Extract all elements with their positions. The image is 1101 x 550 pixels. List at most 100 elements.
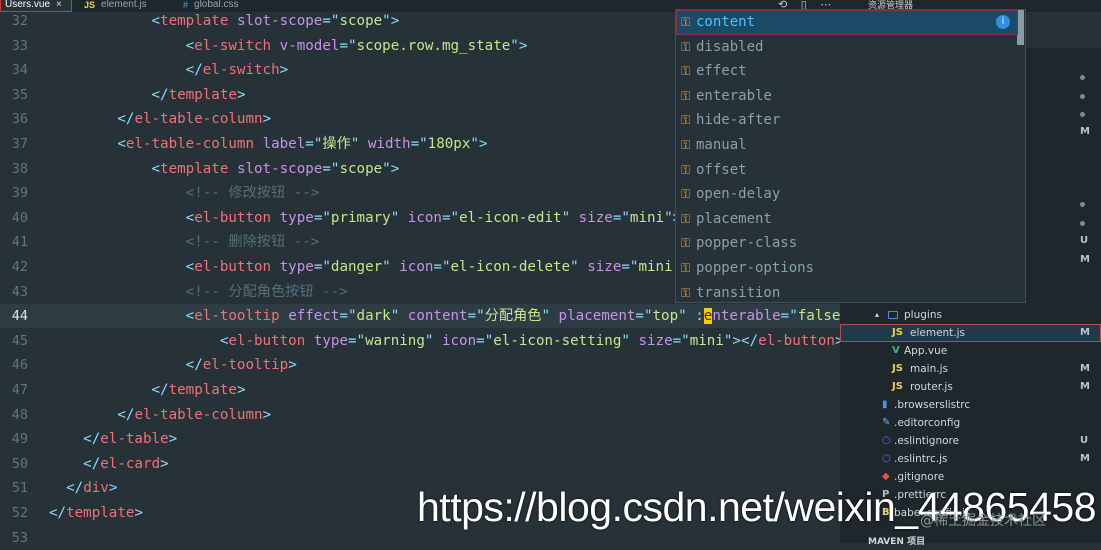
line-number: 50: [11, 455, 28, 472]
code-line[interactable]: 46 </el-tooltip>: [0, 353, 840, 377]
file-name: .eslintrc.js: [894, 453, 948, 465]
file-icon: ○: [882, 453, 891, 464]
file-name: App.vue: [904, 345, 948, 357]
code-text: <template slot-scope="scope">: [151, 13, 400, 29]
file-tree-item[interactable]: ▴ plugins: [840, 306, 1101, 324]
line-number: 47: [11, 382, 28, 398]
line-number: 39: [11, 185, 28, 202]
file-tree-item[interactable]: V App.vue: [840, 342, 1101, 360]
suggestion-item[interactable]: ⚿ enterable: [676, 84, 1018, 109]
popup-scrollbar[interactable]: [1017, 10, 1024, 45]
suggestion-item[interactable]: ⚿ transition: [676, 281, 1018, 306]
code-line[interactable]: 48 </el-table-column>: [0, 403, 840, 427]
code-line[interactable]: 44 <el-tooltip effect="dark" content="分配…: [0, 304, 858, 329]
suggestion-item[interactable]: ⚿ effect: [676, 59, 1018, 84]
property-icon: ⚿: [681, 39, 691, 54]
file-tree-item[interactable]: ○ .eslintrc.js M: [840, 450, 1101, 468]
autocomplete-popup[interactable]: ⚿ content i ⚿ disabled ⚿ effect ⚿ enterable ⚿ hide…: [675, 9, 1026, 303]
git-status-badge: M: [1080, 327, 1090, 338]
git-status-badge: M: [1080, 126, 1090, 137]
suggestion-label: content: [696, 14, 756, 30]
suggestion-label: popper-options: [696, 260, 815, 276]
file-name: plugins: [904, 309, 942, 321]
info-icon[interactable]: i: [996, 15, 1010, 29]
file-name: element.js: [910, 327, 966, 339]
maven-section[interactable]: MAVEN 项目: [868, 534, 925, 547]
property-icon: ⚿: [681, 236, 691, 251]
property-icon: ⚿: [681, 113, 691, 128]
suggestion-item[interactable]: ⚿ manual: [676, 133, 1018, 158]
code-text: <el-tooltip effect="dark" content="分配角色"…: [185, 308, 858, 325]
suggestion-item[interactable]: ⚿ hide-after: [676, 108, 1018, 133]
code-line[interactable]: 49 </el-table>: [0, 427, 840, 451]
vue-file-icon: V: [892, 345, 900, 356]
property-icon: ⚿: [681, 138, 691, 152]
code-text: </el-table-column>: [117, 406, 272, 423]
code-text: <!-- 删除按钮 -->: [185, 234, 320, 251]
property-icon: ⚿: [681, 261, 691, 275]
suggestion-item[interactable]: ⚿ content i: [676, 10, 1018, 35]
property-icon: ⚿: [681, 15, 691, 29]
code-text: </div>: [66, 480, 118, 497]
file-name: .browserslistrc: [894, 399, 971, 411]
suggestion-item[interactable]: ⚿ popper-class: [676, 231, 1018, 256]
property-icon: ⚿: [681, 187, 691, 202]
property-icon: ⚿: [681, 64, 691, 79]
code-text: <!-- 修改按钮 -->: [185, 185, 320, 202]
file-tree-item[interactable]: ▮ .browserslistrc: [840, 396, 1101, 414]
file-tree-item[interactable]: JS element.js M: [840, 324, 1101, 342]
suggestion-label: enterable: [696, 87, 772, 104]
code-text: </template>: [49, 505, 143, 521]
suggestion-item[interactable]: ⚿ disabled: [676, 35, 1018, 60]
code-line[interactable]: 45 <el-button type="warning" icon="el-ic…: [0, 329, 844, 353]
folder-icon: [888, 311, 898, 319]
suggestion-label: open-delay: [696, 186, 781, 203]
line-number: 44: [11, 308, 28, 325]
suggestion-item[interactable]: ⚿ open-delay: [676, 182, 1018, 207]
file-name: main.js: [910, 363, 948, 375]
code-text: <el-button type="primary" icon="el-icon-…: [185, 209, 707, 226]
code-text: <el-button type="warning" icon="el-icon-…: [219, 332, 844, 349]
suggestion-item[interactable]: ⚿ offset: [676, 158, 1018, 183]
suggestion-label: manual: [696, 137, 747, 153]
git-status-dot: [1080, 202, 1085, 207]
suggestion-label: hide-after: [696, 112, 781, 129]
git-status-dot: [1080, 94, 1085, 99]
code-line[interactable]: 50 </el-card>: [0, 452, 840, 476]
file-icon: ▮: [882, 399, 888, 410]
line-number: 41: [11, 234, 28, 251]
line-number: 35: [11, 86, 28, 103]
line-number: 51: [11, 480, 28, 497]
code-text: <el-table-column label="操作" width="180px…: [117, 136, 488, 152]
suggestion-label: offset: [696, 161, 747, 178]
git-status-badge: M: [1080, 453, 1090, 464]
suggestion-label: popper-class: [696, 235, 798, 252]
file-tree-item[interactable]: JS router.js M: [840, 378, 1101, 396]
suggestion-label: transition: [696, 284, 781, 301]
git-status-dot: [1080, 221, 1085, 226]
line-number: 48: [11, 406, 28, 423]
git-status-dot: [1080, 112, 1085, 117]
git-status-dot: [1080, 75, 1085, 80]
git-status-badge: M: [1080, 254, 1090, 265]
code-text: </el-tooltip>: [185, 357, 297, 374]
property-icon: ⚿: [681, 285, 691, 300]
line-number: 42: [11, 259, 28, 275]
code-text: </el-table>: [83, 431, 178, 448]
watermark-secondary: @稀土掘金技术社区: [920, 513, 1046, 529]
suggestion-item[interactable]: ⚿ placement: [676, 207, 1018, 232]
line-number: 46: [11, 357, 28, 374]
line-number: 38: [11, 160, 28, 177]
code-text: </template>: [151, 86, 246, 103]
suggestion-label: placement: [696, 210, 772, 227]
code-line[interactable]: 47 </template>: [0, 378, 840, 402]
file-tree-item[interactable]: ○ .eslintignore U: [840, 432, 1101, 450]
code-text: </el-switch>: [185, 62, 289, 79]
code-text: <!-- 分配角色按钮 -->: [185, 283, 348, 300]
expand-caret-icon[interactable]: ▴: [875, 306, 879, 324]
file-tree-item[interactable]: JS main.js M: [840, 360, 1101, 378]
suggestion-item[interactable]: ⚿ popper-options: [676, 256, 1018, 281]
git-status-badge: M: [1080, 381, 1090, 392]
file-tree-item[interactable]: ✎ .editorconfig: [840, 414, 1101, 432]
git-status-badge: M: [1080, 363, 1090, 374]
